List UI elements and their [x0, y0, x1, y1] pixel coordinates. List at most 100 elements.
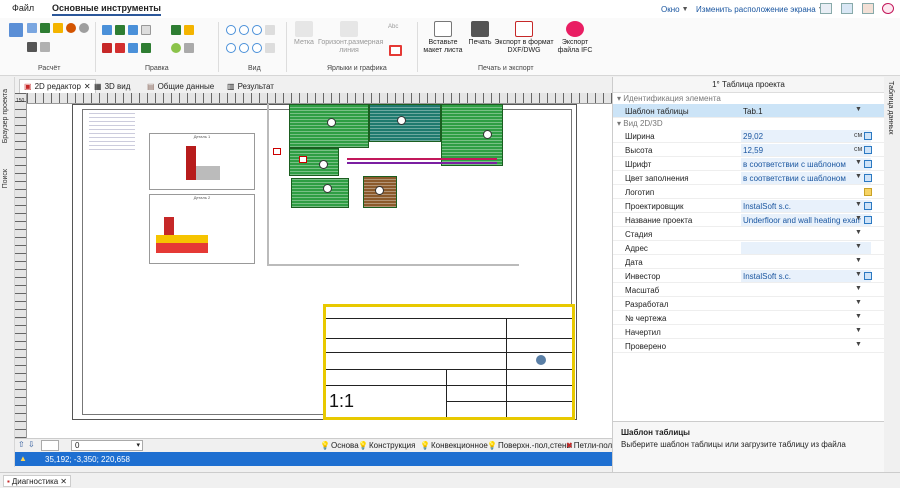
window-menu[interactable]: Окно ▼ — [661, 3, 689, 15]
layer-up-icon[interactable]: ⇧ — [18, 440, 25, 449]
zoom-window-icon[interactable] — [252, 25, 262, 35]
chevron-down-icon[interactable]: ▼ — [855, 313, 862, 320]
annotation-tag[interactable] — [273, 148, 282, 155]
tab-2d-editor[interactable]: ▣ 2D редактор ✕ — [19, 79, 96, 93]
prop-row[interactable]: Масштаб ▼ — [613, 283, 884, 297]
cut-icon[interactable] — [102, 43, 112, 53]
chevron-down-icon[interactable]: ▼ — [855, 106, 862, 113]
prop-row[interactable]: Инвестор InstalSoft s.c. ▼ — [613, 269, 884, 283]
insert-icon[interactable] — [184, 25, 194, 35]
tab-3d-view[interactable]: ▦ 3D вид — [90, 79, 134, 93]
chevron-down-icon[interactable]: ▼ — [855, 341, 862, 348]
calculator-icon[interactable] — [9, 23, 23, 37]
export-dxf-button[interactable]: Экспорт в формат DXF/DWG — [494, 21, 554, 55]
edit-icon[interactable] — [864, 272, 872, 280]
prop-value[interactable]: в соответствии с шаблоном — [743, 160, 861, 169]
prop-row[interactable]: Начертил ▼ — [613, 325, 884, 339]
prop-row[interactable]: № чертежа ▼ — [613, 311, 884, 325]
rotate-icon[interactable] — [141, 43, 151, 53]
close-icon[interactable]: ✕ — [60, 477, 67, 486]
layer-toggle[interactable]: 💡 Конвекционное — [420, 441, 488, 450]
chevron-down-icon[interactable]: ▼ — [855, 257, 862, 264]
user-icon[interactable] — [862, 3, 874, 14]
chevron-down-icon[interactable]: ▼ — [855, 299, 862, 306]
level-icon[interactable] — [171, 25, 181, 35]
prop-value[interactable]: InstalSoft s.c. — [743, 272, 861, 281]
warning-icon[interactable]: ▲ — [19, 454, 27, 463]
prop-row[interactable]: Стадия ▼ — [613, 227, 884, 241]
layer-display-icon[interactable] — [41, 440, 59, 451]
diagnostics-tab[interactable]: ▪ Диагностика ✕ — [3, 475, 71, 487]
snap-icon[interactable] — [171, 43, 181, 53]
edit-icon[interactable] — [864, 146, 872, 154]
search-tab[interactable]: Поиск — [2, 169, 9, 188]
restore-icon[interactable] — [841, 3, 853, 14]
label-button[interactable]: Метка — [290, 21, 318, 47]
copy-icon[interactable] — [115, 25, 125, 35]
zoom-select-icon[interactable] — [265, 25, 275, 35]
layout-menu[interactable]: Изменить расположение экрана▼ — [696, 3, 825, 15]
level-select[interactable]: 0 ▾ — [71, 440, 143, 451]
edit-icon[interactable] — [864, 174, 872, 182]
section-view-2d-3d[interactable]: ▾ Вид 2D/3D — [613, 118, 884, 129]
zoom-out-icon[interactable] — [239, 25, 249, 35]
edit-icon[interactable] — [864, 160, 872, 168]
loop-marker[interactable] — [375, 186, 384, 195]
drawing-canvas[interactable]: Деталь 1 Деталь 2 1:1 — [27, 104, 612, 438]
menu-main-tools[interactable]: Основные инструменты — [52, 3, 161, 16]
layer-toggle[interactable]: 💡 Конструкция — [358, 441, 415, 450]
layer-toggle[interactable]: 💡 Основа — [320, 441, 359, 450]
room-heating-loop[interactable] — [291, 178, 349, 208]
prop-row[interactable]: Разработал ▼ — [613, 297, 884, 311]
prop-value[interactable]: в соответствии с шаблоном — [743, 174, 861, 183]
edit-icon[interactable] — [864, 216, 872, 224]
prop-row[interactable]: Проектировщик InstalSoft s.c. ▼ — [613, 199, 884, 213]
export-ifc-button[interactable]: Экспорт файла IFC — [556, 21, 594, 55]
room-heating-loop[interactable] — [289, 148, 339, 176]
layer-down-icon[interactable]: ⇩ — [28, 440, 35, 449]
chevron-down-icon[interactable]: ▼ — [855, 201, 862, 208]
layer-toggle[interactable]: 💡 Поверхн.-пол,стены — [487, 441, 572, 450]
prop-row-template[interactable]: Шаблон таблицы Tab.1 ▼ — [613, 104, 884, 118]
prop-value[interactable]: 29,02 — [743, 132, 851, 141]
prop-row[interactable]: Высота 12,59 см — [613, 143, 884, 157]
table-insert-icon[interactable] — [389, 45, 402, 56]
tab-result[interactable]: ▥ Результат — [223, 79, 278, 93]
prop-value[interactable]: 12,59 — [743, 146, 851, 155]
window-icon[interactable] — [820, 3, 832, 14]
layer-toggle[interactable]: ✖ Петли-пол — [566, 441, 612, 450]
flame-icon[interactable] — [66, 23, 76, 33]
help-icon[interactable] — [882, 3, 894, 14]
grid-icon[interactable] — [27, 23, 37, 33]
abc-label[interactable]: Abc — [388, 24, 398, 30]
loop-marker[interactable] — [327, 118, 336, 127]
print-button[interactable]: Печать — [466, 21, 494, 47]
chevron-down-icon[interactable]: ▼ — [855, 173, 862, 180]
refresh-icon[interactable] — [265, 43, 275, 53]
delete-icon[interactable] — [115, 43, 125, 53]
project-browser-tab[interactable]: Браузер проекта — [2, 89, 9, 143]
chevron-down-icon[interactable]: ▼ — [855, 327, 862, 334]
wall-icon[interactable] — [27, 42, 37, 52]
zoom-in-icon[interactable] — [226, 25, 236, 35]
loop-marker[interactable] — [319, 160, 328, 169]
prop-value[interactable]: InstalSoft s.c. — [743, 202, 861, 211]
prop-value[interactable]: Underfloor and wall heating examp — [743, 216, 861, 225]
align-icon[interactable] — [184, 43, 194, 53]
edit-icon[interactable] — [864, 202, 872, 210]
detail-2[interactable]: Деталь 2 — [149, 194, 255, 264]
prop-row[interactable]: Шрифт в соответствии с шаблоном ▼ — [613, 157, 884, 171]
table-data-tab[interactable]: Таблица данных — [887, 81, 894, 135]
loop-marker[interactable] — [323, 184, 332, 193]
prop-row[interactable]: Название проекта Underfloor and wall heat… — [613, 213, 884, 227]
annotation-tag[interactable] — [299, 156, 308, 163]
menu-file[interactable]: Файл — [12, 3, 34, 13]
project-title-block[interactable]: 1:1 — [323, 304, 575, 420]
pan-icon[interactable] — [252, 43, 262, 53]
loop-marker[interactable] — [483, 130, 492, 139]
prop-row[interactable]: Логотип — [613, 185, 884, 199]
horizontal-dimension-button[interactable]: Горизонт.размерная линия — [318, 21, 383, 55]
loop-marker[interactable] — [397, 116, 406, 125]
zoom-all-icon[interactable] — [226, 43, 236, 53]
chevron-down-icon[interactable]: ▼ — [855, 215, 862, 222]
